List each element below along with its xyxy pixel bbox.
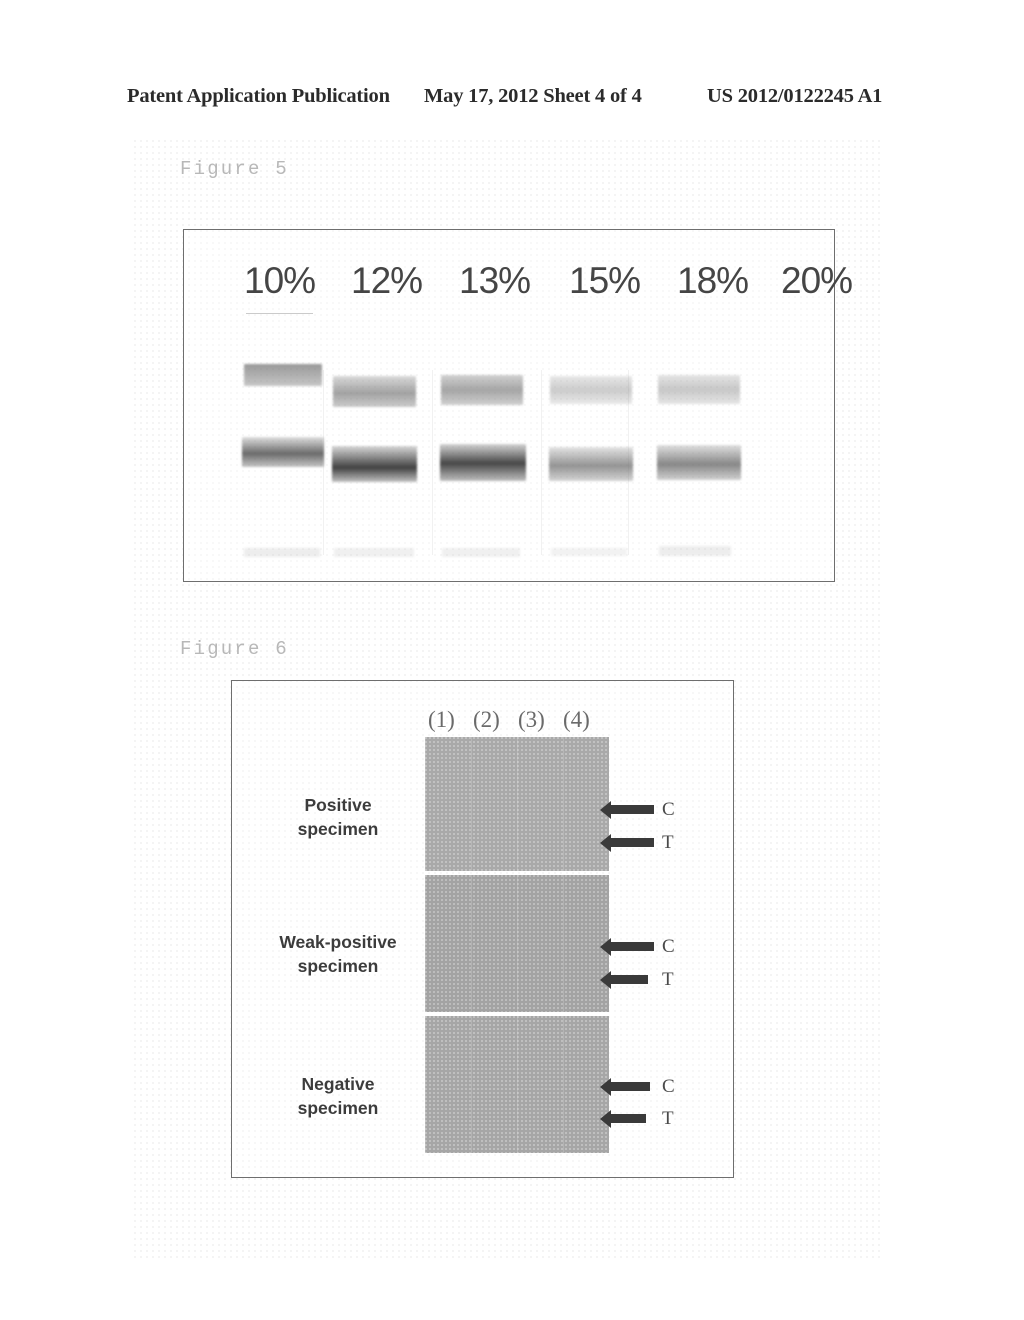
figure5-frame: 10% 12% 13% 15% 18% 20% [183,229,853,583]
figure6-label-weak-line2: specimen [297,955,379,976]
gel-band-upper [244,364,322,386]
gel-band-upper [658,375,740,404]
gel-lane-15 [541,230,649,583]
figure6-label-negative: Negative specimen [250,1073,426,1120]
figure6-column-label-2: (2) [473,707,500,732]
gel-band-lower [549,447,633,481]
header-patent-number: US 2012/0122245 A1 [707,85,883,107]
header-date-sheet: May 17, 2012 Sheet 4 of 4 [424,85,642,107]
arrow-left-icon [600,937,654,956]
gel-band-ghost [244,548,320,557]
gel-band-lower [332,446,417,482]
figure6-column-label-row: (1) (2) (3) (4) [428,707,618,737]
marker-label-t: T [662,969,674,990]
figure6-caption: Figure 6 [180,638,289,660]
gel-band-ghost [334,548,414,557]
gel-band-ghost [659,546,731,556]
arrow-left-icon [600,1109,646,1128]
gel-lane-10 [184,230,324,583]
marker-label-t: T [662,832,674,853]
gel-band-ghost [551,548,627,556]
arrow-left-icon [600,1077,650,1096]
figure6-panel-positive [425,737,609,871]
gel-band-lower [440,444,526,481]
figure6-column-label-4: (4) [563,707,590,732]
figure6-label-positive-line1: Positive [304,795,372,815]
gel-lane-12 [324,230,433,583]
figure6-column-label-3: (3) [518,707,545,732]
gel-lane-13 [433,230,541,583]
gel-band-lower [242,437,324,467]
figure6-label-weak-positive: Weak-positive specimen [250,931,426,978]
gel-band-upper [550,376,632,404]
marker-label-c: C [662,799,675,820]
marker-label-t: T [662,1108,674,1129]
figure5-caption: Figure 5 [180,158,289,180]
gel-lane-20 [757,230,836,583]
figure6-label-negative-line2: specimen [297,1097,379,1118]
arrow-left-icon [600,833,654,852]
marker-label-c: C [662,1076,675,1097]
figure6-label-weak-line1: Weak-positive [279,932,397,952]
gel-band-upper [441,375,523,405]
figure6-label-negative-line1: Negative [301,1074,375,1094]
arrow-left-icon [600,800,654,819]
figure6-label-positive-line2: specimen [297,818,379,839]
figure5-gel-lanes [184,230,836,583]
figure6-panel-negative [425,1016,609,1153]
marker-label-c: C [662,936,675,957]
figure6-panel-weak-positive [425,875,609,1012]
page-header: Patent Application Publication May 17, 2… [0,85,1024,115]
gel-band-lower [657,445,741,480]
figure6-column-label-1: (1) [428,707,455,732]
figure6-label-positive: Positive specimen [250,794,426,841]
gel-band-ghost [442,548,520,557]
header-publication-title: Patent Application Publication [127,85,390,107]
gel-lane-18 [649,230,757,583]
figure6-frame: (1) (2) (3) (4) Positive specimen C T We… [231,680,734,1178]
gel-band-upper [333,376,416,407]
arrow-left-icon [600,970,648,989]
